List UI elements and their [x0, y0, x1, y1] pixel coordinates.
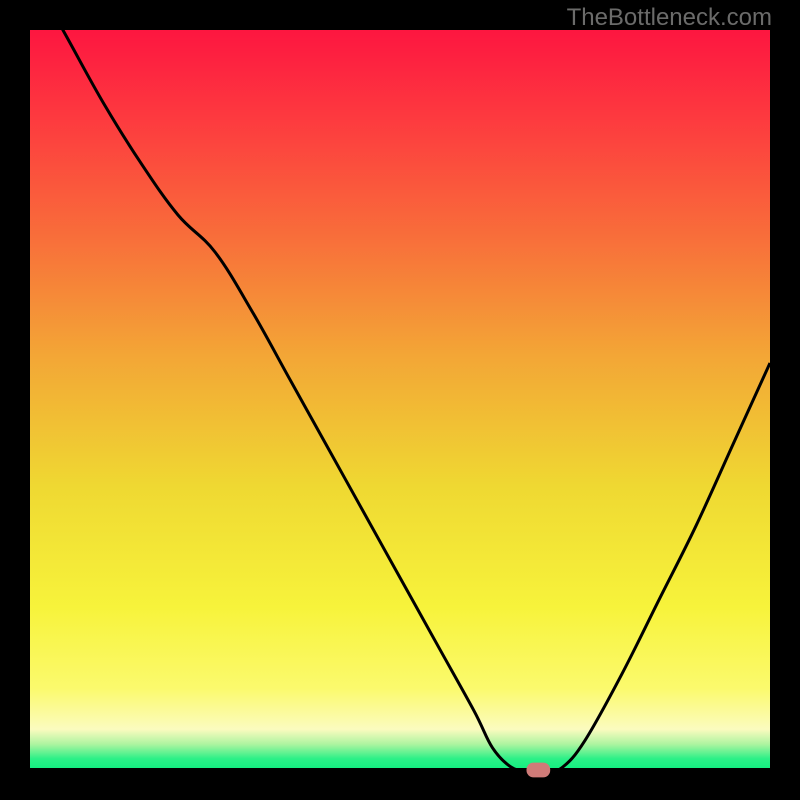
bottleneck-curve-chart: [0, 0, 800, 800]
plot-background: [30, 30, 770, 770]
x-axis-line: [30, 768, 770, 770]
chart-frame: TheBottleneck.com: [0, 0, 800, 800]
optimal-marker: [527, 763, 551, 778]
